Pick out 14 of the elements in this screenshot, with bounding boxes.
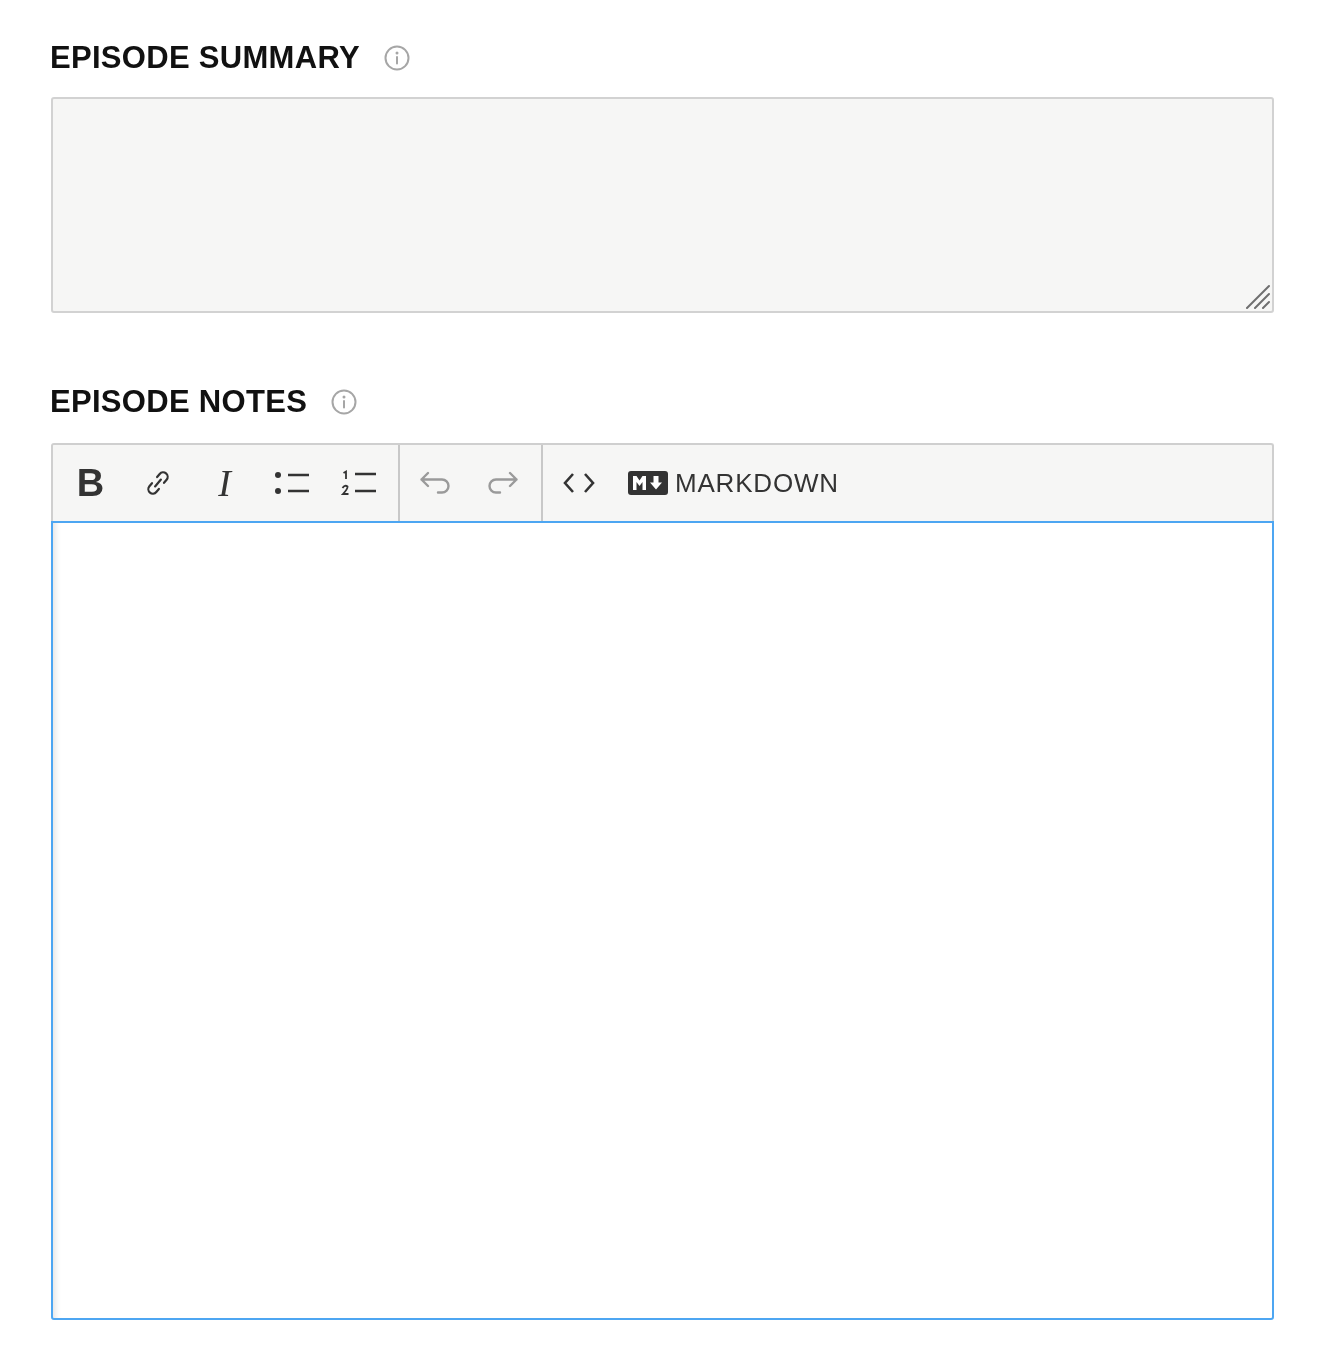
info-icon[interactable]: [331, 389, 358, 415]
numbered-list-icon: [340, 469, 377, 497]
info-icon[interactable]: [383, 45, 410, 71]
markdown-button[interactable]: MARKDOWN: [612, 445, 855, 521]
field-label: EPISODE NOTES: [50, 383, 308, 421]
resize-handle-icon[interactable]: [1244, 283, 1270, 309]
markdown-icon: [628, 471, 668, 495]
bullet-list-icon: [273, 470, 310, 496]
redo-icon: [485, 470, 519, 496]
undo-icon: [419, 470, 453, 496]
bold-button[interactable]: B: [57, 445, 124, 521]
field-label: EPISODE SUMMARY: [50, 39, 360, 77]
code-icon: [562, 472, 595, 494]
italic-button[interactable]: I: [191, 445, 258, 521]
